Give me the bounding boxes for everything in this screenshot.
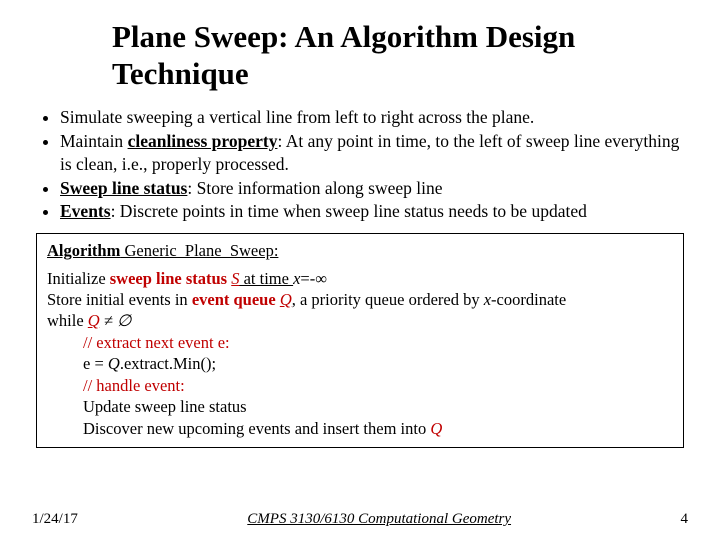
alg-text: sweep line status (110, 269, 227, 288)
bullet-item: Sweep line status: Store information alo… (60, 177, 688, 200)
algorithm-title: Algorithm Generic_Plane_Sweep: (47, 240, 673, 261)
algorithm-box: Algorithm Generic_Plane_Sweep: Initializ… (36, 233, 684, 448)
bullet-text: Maintain (60, 131, 128, 151)
bullet-list: Simulate sweeping a vertical line from l… (32, 106, 688, 223)
alg-line: Store initial events in event queue Q, a… (47, 289, 673, 310)
alg-text: Store initial events in (47, 290, 192, 309)
alg-text: e = (83, 354, 108, 373)
alg-text: Update sweep line status (83, 397, 247, 416)
alg-comment: // extract next event e: (83, 333, 230, 352)
bullet-text: Simulate sweeping a vertical line from l… (60, 107, 534, 127)
alg-label: Algorithm (47, 241, 120, 260)
alg-line: Update sweep line status (83, 396, 673, 417)
alg-line: while Q ≠ ∅ (47, 310, 673, 331)
footer-page: 4 (680, 511, 688, 528)
alg-text: Initialize (47, 269, 110, 288)
alg-text: -coordinate (491, 290, 566, 309)
alg-line: Initialize sweep line status S at time x… (47, 268, 673, 289)
bullet-item: Maintain cleanliness property: At any po… (60, 130, 688, 176)
alg-var: Q (430, 419, 442, 438)
alg-text: event queue (192, 290, 276, 309)
alg-var: x (484, 290, 491, 309)
footer-course: CMPS 3130/6130 Computational Geometry (247, 511, 511, 528)
alg-line: e = Q.extract.Min(); (83, 353, 673, 374)
footer-date: 1/24/17 (32, 511, 78, 528)
bullet-item: Events: Discrete points in time when swe… (60, 200, 688, 223)
alg-text: =-∞ (300, 269, 327, 288)
alg-var: Q (280, 290, 292, 309)
alg-line: // handle event: (83, 375, 673, 396)
alg-text: while (47, 311, 88, 330)
bullet-item: Simulate sweeping a vertical line from l… (60, 106, 688, 129)
bullet-text: : Store information along sweep line (187, 178, 442, 198)
alg-var: Q (88, 311, 100, 330)
slide: Plane Sweep: An Algorithm Design Techniq… (0, 0, 720, 540)
alg-var: Q (108, 354, 120, 373)
alg-text: at time (239, 269, 293, 288)
alg-text: Discover new upcoming events and insert … (83, 419, 430, 438)
alg-text: , a priority queue ordered by (292, 290, 484, 309)
emph-text: cleanliness property (128, 131, 278, 151)
alg-name: Generic_Plane_Sweep: (120, 241, 278, 260)
alg-text: .extract.Min(); (120, 354, 216, 373)
bullet-text: : Discrete points in time when sweep lin… (111, 201, 587, 221)
alg-text: ≠ ∅ (100, 311, 132, 330)
alg-line: // extract next event e: (83, 332, 673, 353)
footer: 1/24/17 CMPS 3130/6130 Computational Geo… (32, 511, 688, 528)
emph-text: Events (60, 201, 111, 221)
alg-comment: // handle event: (83, 376, 185, 395)
alg-line: Discover new upcoming events and insert … (83, 418, 673, 439)
emph-text: Sweep line status (60, 178, 187, 198)
page-title: Plane Sweep: An Algorithm Design Techniq… (112, 18, 688, 92)
